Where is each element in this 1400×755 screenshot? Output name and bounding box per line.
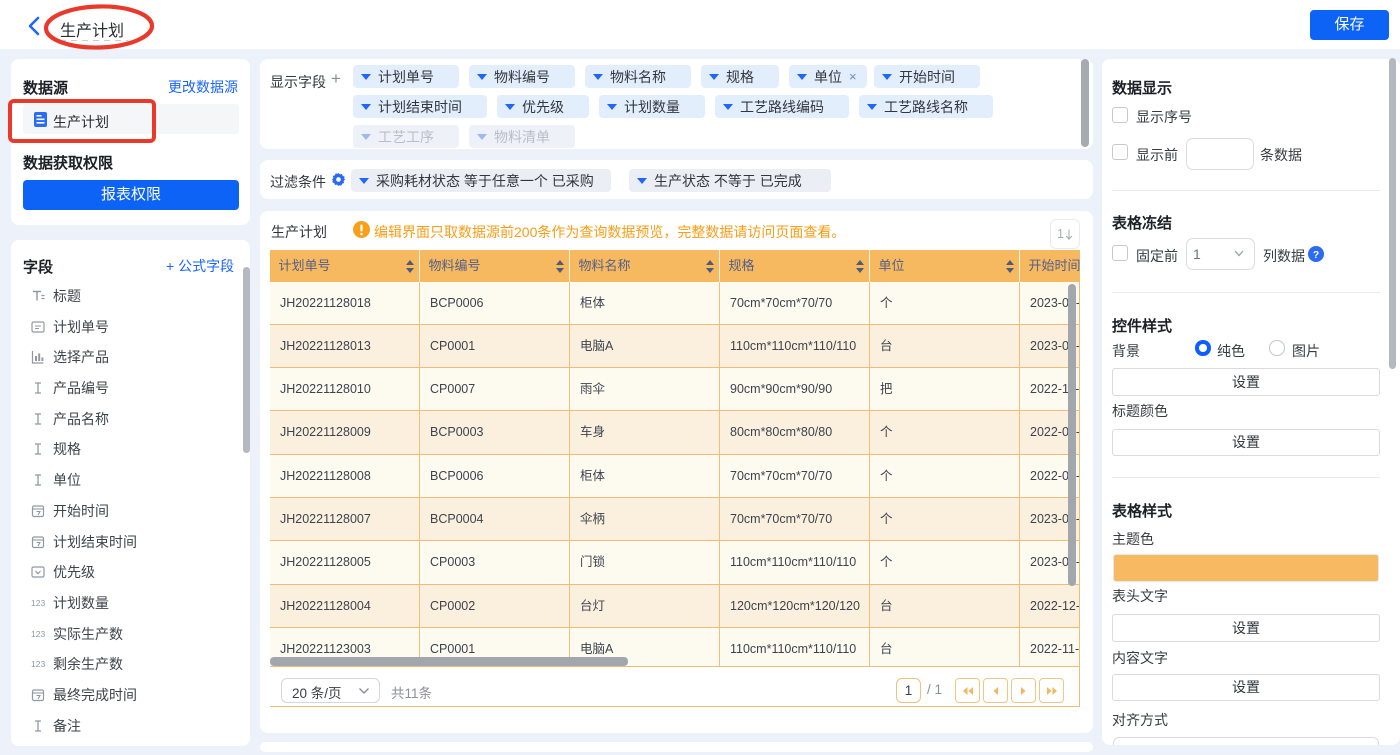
svg-text:?: ?: [1313, 250, 1319, 261]
